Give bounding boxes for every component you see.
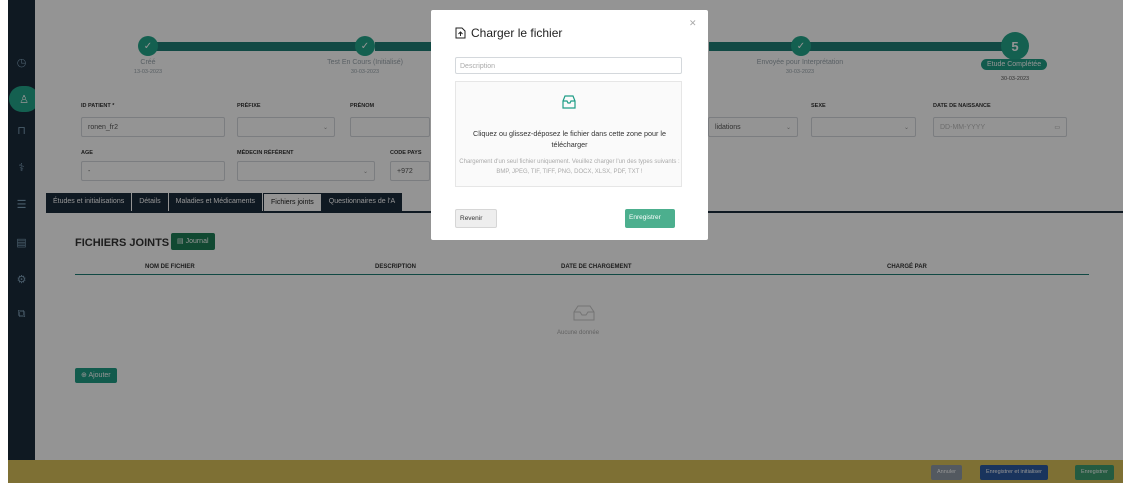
modal-title: Charger le fichier xyxy=(455,26,562,40)
dropzone-hint-text: Chargement d'un seul fichier uniquement.… xyxy=(459,159,680,175)
dropzone-main-text: Cliquez ou glissez-déposez le fichier da… xyxy=(473,129,666,149)
upload-dropzone[interactable]: Cliquez ou glissez-déposez le fichier da… xyxy=(455,81,682,187)
left-margin xyxy=(0,0,8,483)
back-button[interactable]: Revenir xyxy=(455,209,497,228)
modal-save-button[interactable]: Enregistrer xyxy=(625,209,675,228)
file-upload-icon xyxy=(455,27,466,39)
upload-modal: Charger le fichier ✕ Description Cliquez… xyxy=(431,10,708,240)
app-window: ◷ ♙ ⊓ ⚕ ☰ ▤ ⚙ ⧉ ✓ Créé 13-03-2023 ✓ Test… xyxy=(0,0,1123,483)
modal-title-text: Charger le fichier xyxy=(471,26,563,40)
description-input[interactable]: Description xyxy=(455,57,682,74)
inbox-icon xyxy=(562,95,576,109)
close-icon[interactable]: ✕ xyxy=(689,18,697,29)
